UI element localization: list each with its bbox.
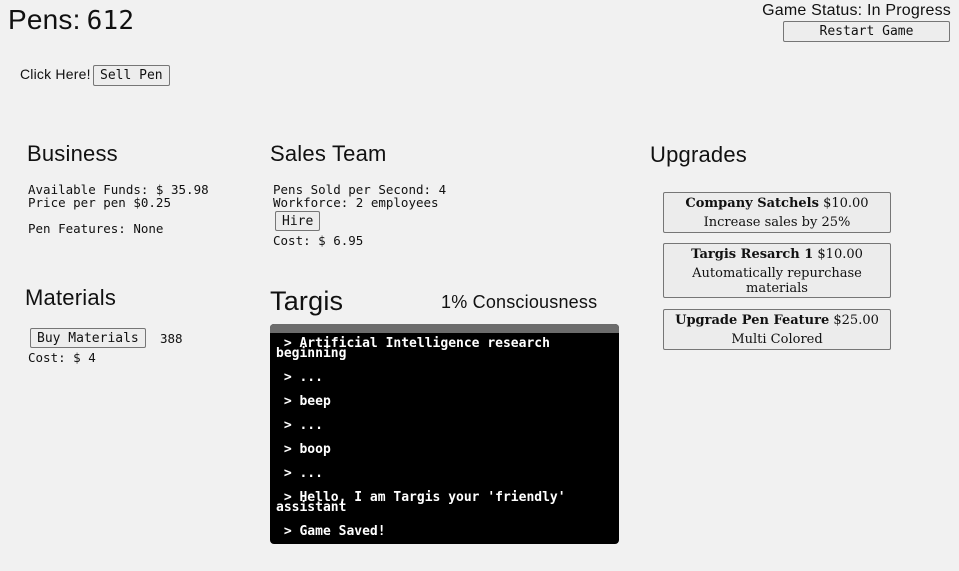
price-per-pen: Price per pen $0.25 bbox=[28, 195, 171, 210]
upgrade-name: Upgrade Pen Feature bbox=[675, 313, 830, 328]
game-status: Game Status: In Progress bbox=[762, 2, 951, 19]
terminal-log: > Artificial Intelligence research begin… bbox=[270, 333, 619, 539]
hire-button[interactable]: Hire bbox=[275, 211, 321, 231]
upgrade-price: $25.00 bbox=[833, 313, 879, 328]
targis-terminal[interactable]: > Artificial Intelligence research begin… bbox=[270, 324, 619, 544]
materials-title: Materials bbox=[25, 285, 117, 310]
upgrade-company-satchels[interactable]: Company Satchels $10.00 Increase sales b… bbox=[663, 192, 891, 233]
upgrade-description: Increase sales by 25% bbox=[703, 215, 851, 230]
workforce: Workforce: 2 employees bbox=[273, 195, 439, 210]
targis-title: Targis bbox=[270, 286, 344, 316]
upgrade-description: Automatically repurchase materials bbox=[692, 266, 862, 296]
pens-label: Pens: bbox=[8, 4, 81, 35]
terminal-line: > ... bbox=[276, 418, 323, 433]
upgrade-targis-research-1[interactable]: Targis Resarch 1 $10.00 Automatically re… bbox=[663, 243, 891, 298]
upgrade-pen-feature[interactable]: Upgrade Pen Feature $25.00 Multi Colored bbox=[663, 309, 891, 350]
terminal-line: > boop bbox=[276, 442, 331, 457]
upgrade-name: Targis Resarch 1 bbox=[691, 247, 814, 262]
upgrades-title: Upgrades bbox=[650, 142, 747, 167]
hire-cost: Cost: $ 6.95 bbox=[273, 233, 364, 248]
terminal-line: > Game Saved! bbox=[276, 524, 386, 539]
pen-features: Pen Features: None bbox=[28, 221, 164, 236]
upgrade-price: $10.00 bbox=[823, 196, 869, 211]
buy-materials-button[interactable]: Buy Materials bbox=[30, 328, 146, 348]
terminal-title-bar bbox=[270, 324, 619, 333]
materials-cost: Cost: $ 4 bbox=[28, 350, 96, 365]
materials-count: 388 bbox=[160, 331, 183, 346]
pens-counter: Pens: 612 bbox=[8, 4, 134, 36]
terminal-line: > ... bbox=[276, 370, 323, 385]
terminal-line: > Hello, I am Targis your 'friendly' ass… bbox=[276, 490, 574, 515]
click-here-label: Click Here! bbox=[20, 66, 91, 82]
sales-team-title: Sales Team bbox=[270, 141, 387, 166]
consciousness-level: 1% Consciousness bbox=[441, 292, 598, 312]
terminal-line: > Artificial Intelligence research begin… bbox=[276, 336, 558, 361]
terminal-line: > beep bbox=[276, 394, 331, 409]
business-title: Business bbox=[27, 141, 118, 166]
upgrade-price: $10.00 bbox=[817, 247, 863, 262]
sell-pen-button[interactable]: Sell Pen bbox=[93, 65, 170, 86]
terminal-line: > ... bbox=[276, 466, 323, 481]
restart-game-button[interactable]: Restart Game bbox=[783, 21, 950, 42]
pens-count: 612 bbox=[86, 6, 135, 36]
upgrade-description: Multi Colored bbox=[731, 332, 823, 347]
upgrade-name: Company Satchels bbox=[685, 196, 819, 211]
